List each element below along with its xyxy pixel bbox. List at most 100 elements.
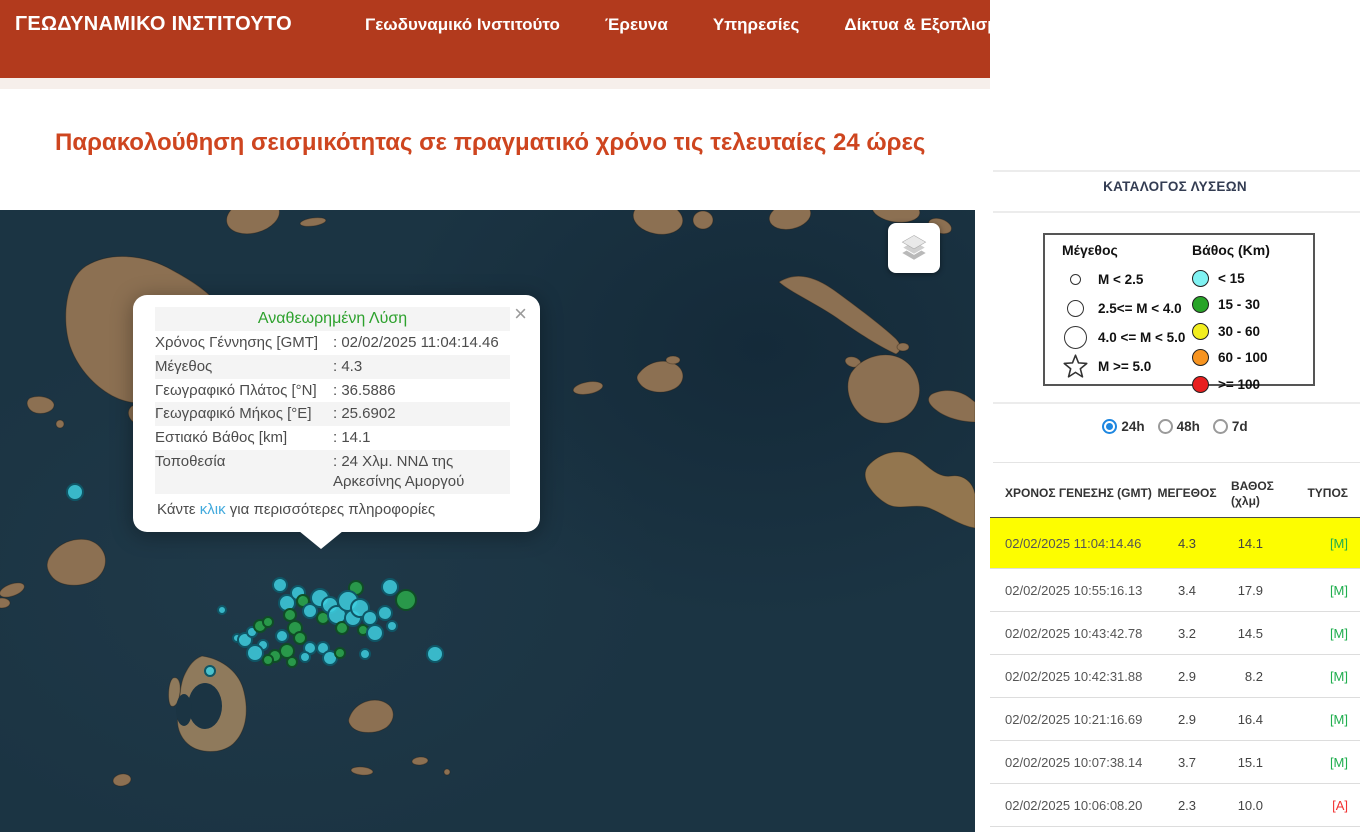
earthquake-marker[interactable] — [395, 589, 417, 611]
seismicity-map[interactable]: × Αναθεωρημένη Λύση Χρόνος Γέννησης [GMT… — [0, 210, 975, 832]
earthquake-marker[interactable] — [299, 651, 311, 663]
period-label: 24h — [1121, 419, 1145, 434]
cell-type: [M] — [1329, 535, 1348, 551]
nav-item[interactable]: Γεωδυναμικό Ινστιτούτο — [365, 15, 560, 35]
depth-circle-icon — [1192, 375, 1209, 393]
legend-magnitude-title: Μέγεθος — [1062, 242, 1118, 258]
legend-depth-item: >= 100 — [1192, 371, 1310, 398]
table-row[interactable]: 02/02/2025 10:43:42.78 3.2 14.5 [M] — [990, 612, 1360, 655]
table-row[interactable]: 02/02/2025 10:55:16.13 3.4 17.9 [M] — [990, 569, 1360, 612]
earthquake-marker[interactable] — [286, 656, 298, 668]
legend-depth-rows: < 15 15 - 30 30 - 60 60 - 100 >= 100 — [1192, 265, 1310, 398]
legend-depth-column: Βάθος (Km) < 15 15 - 30 30 - 60 60 - 100 >= … — [1192, 242, 1310, 398]
catalog-title: ΚΑΤΑΛΟΓΟΣ ΛΥΣΕΩΝ — [1103, 179, 1247, 194]
radio-icon — [1102, 419, 1118, 434]
popup-row-value: : 36.5886 — [333, 381, 396, 399]
legend-depth-title: Βάθος (Km) — [1192, 242, 1270, 258]
earthquake-marker[interactable] — [426, 645, 444, 663]
popup-row: Μέγεθος: 4.3 — [155, 354, 510, 379]
more-info-link[interactable]: κλικ — [200, 501, 226, 518]
cell-magnitude: 4.3 — [1177, 535, 1197, 551]
earthquake-marker[interactable] — [386, 620, 398, 632]
cell-type: [A] — [1332, 797, 1348, 813]
cell-depth: 15.1 — [1237, 754, 1263, 770]
period-option-48h[interactable]: 48h — [1157, 419, 1200, 434]
legend-magnitude-column: Μέγεθος M < 2.5 2.5<= M < 4.0 4.0 <= M < 5… — [1062, 242, 1190, 381]
table-header-row: ΧΡΟΝΟΣ ΓΕΝΕΣΗΣ (GMT) ΜΕΓΕΘΟΣ ΒΑΘΟΣ (χλμ)… — [990, 470, 1360, 518]
popup-row-value: : 25.6902 — [333, 405, 396, 423]
popup-row-label: Γεωγραφικό Πλάτος [°N] — [155, 381, 317, 399]
earthquake-popup: × Αναθεωρημένη Λύση Χρόνος Γέννησης [GMT… — [133, 295, 540, 549]
popup-row: Γεωγραφικό Μήκος [°E]: 25.6902 — [155, 402, 510, 427]
legend-magnitude-item: 4.0 <= M < 5.0 — [1062, 323, 1190, 352]
earthquake-marker[interactable] — [66, 483, 84, 501]
popup-row: Εστιακό Βάθος [km]: 14.1 — [155, 426, 510, 450]
cell-depth: 14.5 — [1237, 625, 1263, 641]
popup-row: Τοποθεσία: 24 Χλμ. ΝΝΔ της Αρκεσίνης Αμο… — [155, 449, 510, 494]
cell-depth: 17.9 — [1237, 582, 1263, 598]
period-option-7d[interactable]: 7d — [1212, 419, 1248, 434]
period-option-24h[interactable]: 24h — [1102, 419, 1145, 434]
catalog-sidebar: ΚΑΤΑΛΟΓΟΣ ΛΥΣΕΩΝ Μέγεθος M < 2.5 2.5<= M … — [990, 0, 1360, 832]
legend-depth-item: 30 - 60 — [1192, 318, 1310, 345]
popup-row-label: Χρόνος Γέννησης [GMT] — [155, 334, 319, 351]
cell-magnitude: 2.9 — [1177, 668, 1197, 684]
earthquake-marker[interactable] — [334, 647, 346, 659]
cell-type: [M] — [1329, 625, 1348, 641]
earthquake-marker[interactable] — [381, 578, 399, 596]
popup-row-value: : 24 Χλμ. ΝΝΔ της Αρκεσίνης Αμοργού — [333, 452, 465, 490]
cell-time: 02/02/2025 10:07:38.14 — [1005, 754, 1143, 770]
cell-depth: 16.4 — [1237, 711, 1263, 727]
legend-depth-item: 15 - 30 — [1192, 292, 1310, 319]
cell-type: [M] — [1329, 582, 1348, 598]
legend-label: < 15 — [1218, 270, 1245, 286]
legend-label: M >= 5.0 — [1098, 359, 1152, 374]
col-header-time: ΧΡΟΝΟΣ ΓΕΝΕΣΗΣ (GMT) — [1005, 486, 1152, 501]
map-layers-button[interactable] — [888, 223, 940, 273]
radio-dot — [1106, 423, 1114, 430]
table-row[interactable]: 02/02/2025 10:42:31.88 2.9 8.2 [M] — [990, 655, 1360, 698]
cell-depth: 10.0 — [1237, 797, 1263, 813]
popup-row-value: : 4.3 — [333, 357, 363, 375]
earthquake-marker[interactable] — [262, 616, 274, 628]
period-label: 7d — [1231, 419, 1248, 434]
earthquake-marker[interactable] — [275, 629, 289, 643]
site-logo[interactable]: ΓΕΩΔΥΝΑΜΙΚΟ ΙΝΣΤΙΤΟΥΤΟ — [15, 13, 292, 36]
earthquake-marker[interactable] — [204, 665, 216, 677]
magnitude-circle — [1070, 274, 1081, 285]
earthquake-marker[interactable] — [366, 624, 384, 642]
magnitude-circle-icon — [1062, 300, 1089, 317]
col-header-depth: ΒΑΘΟΣ (χλμ) — [1231, 479, 1274, 508]
col-header-type: ΤΥΠΟΣ — [1307, 486, 1348, 501]
cell-magnitude: 3.7 — [1177, 754, 1197, 770]
table-row[interactable]: 02/02/2025 10:21:16.69 2.9 16.4 [M] — [990, 698, 1360, 741]
legend-depth-item: < 15 — [1192, 265, 1310, 292]
period-selector: 24h 48h 7d — [990, 419, 1360, 434]
depth-circle-icon — [1192, 269, 1209, 287]
cell-time: 02/02/2025 10:43:42.78 — [1005, 625, 1143, 641]
legend-label: 60 - 100 — [1218, 350, 1268, 366]
star-icon — [1062, 351, 1089, 382]
nav-item[interactable]: Έρευνα — [605, 15, 668, 35]
cell-depth: 14.1 — [1237, 535, 1263, 551]
cell-time: 02/02/2025 10:06:08.20 — [1005, 797, 1143, 813]
footer-text-pre: Κάντε — [157, 500, 200, 518]
close-icon[interactable]: × — [514, 303, 527, 325]
cell-type: [M] — [1329, 754, 1348, 770]
earthquake-marker[interactable] — [377, 605, 393, 621]
popup-row-value: : 02/02/2025 11:04:14.46 — [333, 334, 499, 351]
table-row[interactable]: 02/02/2025 10:07:38.14 3.7 15.1 [M] — [990, 741, 1360, 784]
earthquake-marker[interactable] — [217, 605, 227, 615]
cell-time: 02/02/2025 11:04:14.46 — [1005, 535, 1142, 551]
table-row[interactable]: 02/02/2025 10:06:08.20 2.3 10.0 [A] — [990, 784, 1360, 827]
nav-item[interactable]: Υπηρεσίες — [713, 15, 800, 35]
cell-type: [M] — [1329, 668, 1348, 684]
cell-magnitude: 2.9 — [1177, 711, 1197, 727]
earthquake-marker[interactable] — [272, 577, 288, 593]
earthquake-marker[interactable] — [359, 648, 371, 660]
table-row[interactable]: 02/02/2025 11:04:14.46 4.3 14.1 [M] — [990, 518, 1360, 569]
depth-circle-icon — [1192, 349, 1209, 367]
earthquake-marker[interactable] — [262, 654, 274, 666]
page-title: Παρακολούθηση σεισμικότητας σε πραγματικ… — [55, 129, 926, 156]
depth-circle-icon — [1192, 322, 1209, 340]
